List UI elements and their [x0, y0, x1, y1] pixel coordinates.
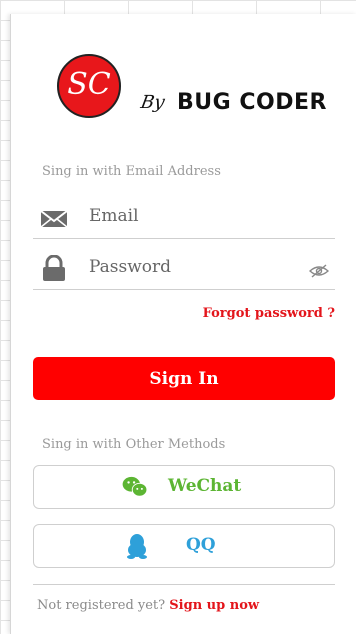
qq-label: QQ: [186, 535, 216, 555]
sign-up-link[interactable]: Sign up now: [169, 598, 259, 613]
envelope-icon: [41, 210, 67, 228]
wechat-icon: [122, 476, 148, 497]
other-methods-label: Sing in with Other Methods: [42, 437, 226, 452]
forgot-password-link[interactable]: Forgot password ?: [203, 306, 335, 321]
sign-in-button[interactable]: Sign In: [33, 357, 335, 400]
lock-icon: [43, 255, 65, 281]
register-question: Not registered yet?: [37, 598, 166, 613]
logo-brand-name: BUG CODER: [177, 90, 327, 115]
email-input[interactable]: Email: [89, 206, 139, 226]
register-prompt: Not registered yet? Sign up now: [37, 598, 259, 613]
logo-badge: SC: [57, 54, 121, 118]
email-section-label: Sing in with Email Address: [42, 164, 221, 179]
logo-initials: SC: [67, 67, 111, 102]
wechat-label: WeChat: [168, 476, 242, 496]
brand-logo: SC By BUG CODER: [57, 54, 337, 118]
logo-by-text: By: [139, 92, 167, 113]
qq-login-button[interactable]: QQ: [33, 524, 335, 568]
password-input[interactable]: Password: [89, 257, 171, 277]
login-card: SC By BUG CODER Sing in with Email Addre…: [10, 14, 356, 634]
footer-divider: [33, 584, 335, 585]
wechat-login-button[interactable]: WeChat: [33, 465, 335, 509]
email-field[interactable]: Email: [33, 198, 335, 239]
password-field[interactable]: Password: [33, 249, 335, 290]
qq-penguin-icon: [127, 534, 147, 559]
eye-off-icon[interactable]: [309, 263, 329, 279]
